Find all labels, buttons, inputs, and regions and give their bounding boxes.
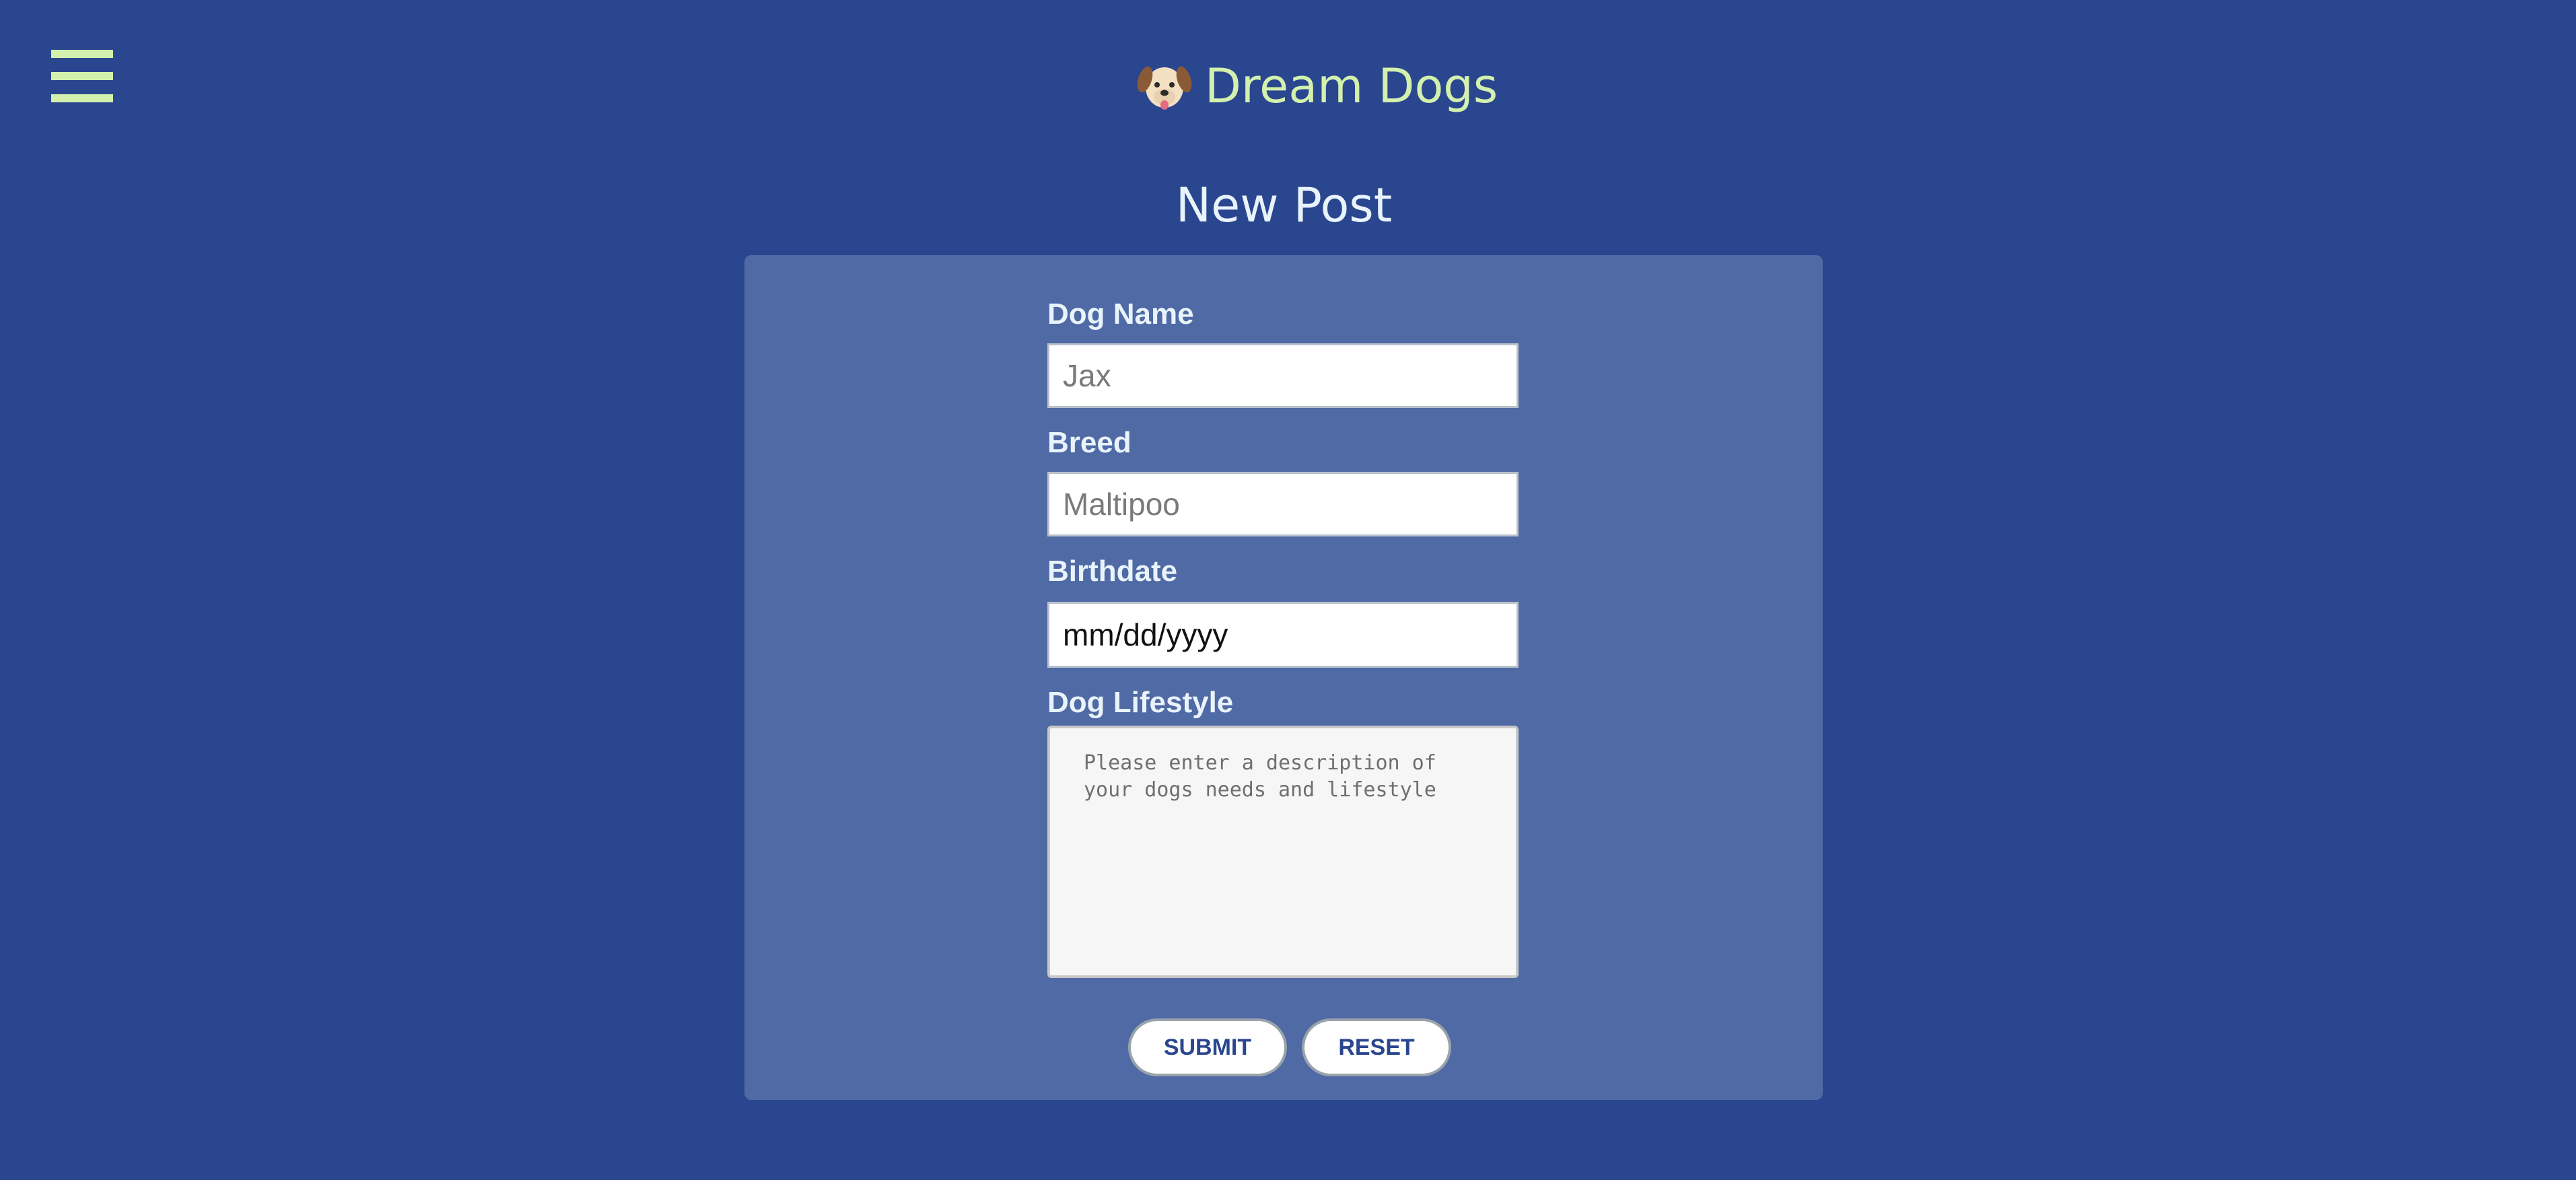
- new-post-form: Dog Name Breed Birthdate Dog Lifestyle S…: [744, 255, 1823, 1100]
- dog-name-input[interactable]: [1047, 343, 1519, 408]
- birthdate-label: Birthdate: [1047, 555, 1178, 588]
- menu-bar: [51, 50, 113, 58]
- hamburger-menu-icon[interactable]: [51, 50, 113, 102]
- birthdate-input[interactable]: [1047, 602, 1519, 668]
- brand[interactable]: Dream Dogs: [1136, 53, 1498, 120]
- dog-name-label: Dog Name: [1047, 298, 1194, 331]
- page-title: New Post: [1175, 178, 1393, 233]
- menu-bar: [51, 72, 113, 80]
- brand-name: Dream Dogs: [1205, 59, 1498, 114]
- reset-button[interactable]: RESET: [1302, 1018, 1451, 1076]
- submit-button[interactable]: SUBMIT: [1128, 1018, 1287, 1076]
- dog-face-icon: [1137, 66, 1192, 110]
- lifestyle-label: Dog Lifestyle: [1047, 686, 1234, 719]
- menu-bar: [51, 94, 113, 102]
- breed-input[interactable]: [1047, 472, 1519, 536]
- lifestyle-textarea[interactable]: [1047, 726, 1519, 978]
- breed-label: Breed: [1047, 426, 1132, 459]
